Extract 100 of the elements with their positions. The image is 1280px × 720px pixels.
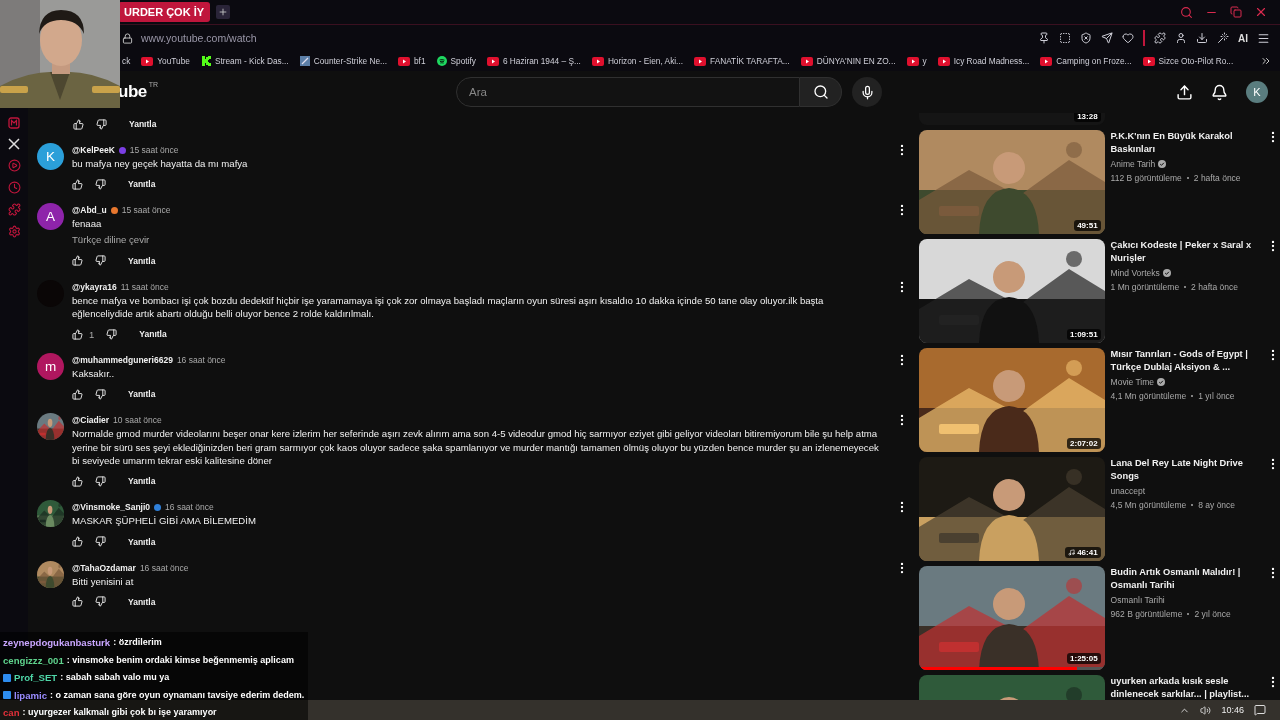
heart-icon[interactable] xyxy=(1122,32,1134,44)
comment-time[interactable]: 15 saat önce xyxy=(121,205,171,216)
video-title[interactable]: uyurken arkada kısık sesle dinlenecek sarkılar... | playlist... xyxy=(1110,675,1260,700)
channel-name[interactable]: Mind Vorteks xyxy=(1110,267,1160,279)
settings-icon[interactable] xyxy=(7,225,21,238)
bookmark[interactable]: Sizce Oto-Pilot Ro... xyxy=(1142,56,1234,66)
avatar[interactable]: m xyxy=(37,353,64,381)
dislike-icon[interactable] xyxy=(96,118,107,130)
bookmark[interactable]: bf1 xyxy=(398,56,426,66)
avatar[interactable]: A xyxy=(37,203,64,231)
browser-tab[interactable]: URDER ÇOK İY xyxy=(118,2,211,22)
send-icon[interactable] xyxy=(1101,32,1113,44)
address-bar[interactable]: www.youtube.com/watch xyxy=(141,32,257,44)
channel-name[interactable]: Osmanlı Tarihi xyxy=(1110,594,1165,606)
restore-icon[interactable] xyxy=(1230,6,1242,18)
like-icon[interactable] xyxy=(72,596,83,608)
upload-button[interactable] xyxy=(1176,83,1193,101)
video-title[interactable]: Budin Artık Osmanlı Malıdır! | Osmanlı Tarihi xyxy=(1110,566,1260,592)
menu-icon[interactable] xyxy=(1257,31,1270,45)
more-bookmarks-icon[interactable] xyxy=(1260,55,1272,67)
comment-author[interactable]: @muhammedguneri6629 xyxy=(72,355,173,366)
snapshot-icon[interactable] xyxy=(1059,32,1071,44)
comment-author[interactable]: @KelPeeK xyxy=(72,145,115,155)
bookmark[interactable]: Stream - Kick Das... xyxy=(200,56,289,66)
dislike-icon[interactable] xyxy=(95,255,106,267)
bookmark[interactable]: YouTube xyxy=(141,56,190,66)
shield-icon[interactable] xyxy=(1080,32,1092,44)
comment-author[interactable]: @Abd_u xyxy=(72,205,107,216)
wand-icon[interactable] xyxy=(1217,32,1229,44)
video-thumbnail[interactable]: 13:28 xyxy=(918,113,1105,125)
dislike-icon[interactable] xyxy=(95,536,106,548)
video-title[interactable]: P.K.K'nın En Büyük Karakol Baskınları xyxy=(1110,130,1260,156)
like-icon[interactable] xyxy=(72,536,83,548)
dislike-icon[interactable] xyxy=(95,178,106,190)
bookmark[interactable]: ck xyxy=(122,56,131,66)
like-icon[interactable] xyxy=(72,178,83,190)
like-icon[interactable] xyxy=(72,389,83,400)
dislike-icon[interactable] xyxy=(95,389,106,400)
channel-name[interactable]: unaccept xyxy=(1110,485,1146,497)
reply-button[interactable]: Yanıtla xyxy=(118,596,156,607)
video-title[interactable]: Lana Del Rey Late Night Drive Songs xyxy=(1110,457,1260,483)
notifications-button[interactable] xyxy=(1211,83,1228,101)
bookmark[interactable]: Horizon - Eien, Aki... xyxy=(591,56,684,66)
comment-time[interactable]: 10 saat önce xyxy=(113,415,162,426)
history-icon[interactable] xyxy=(7,181,21,194)
comment-time[interactable]: 11 saat önce xyxy=(120,281,169,292)
bookmark[interactable]: Camping on Froze... xyxy=(1040,56,1132,66)
ai-button[interactable]: AI xyxy=(1238,32,1248,44)
profile-icon[interactable] xyxy=(1175,32,1187,44)
pin-icon[interactable] xyxy=(1038,32,1050,44)
comment-author[interactable]: @Ciadier xyxy=(72,415,110,426)
player-icon[interactable] xyxy=(7,159,21,172)
comment-time[interactable]: 16 saat önce xyxy=(176,355,226,366)
comment-author[interactable]: @Vinsmoke_Sanji0 xyxy=(72,502,151,513)
bookmark[interactable]: Spotify xyxy=(436,56,476,66)
bookmark[interactable]: 6 Haziran 1944 – Ş... xyxy=(486,56,581,66)
comment-time[interactable]: 15 saat önce xyxy=(129,145,179,155)
comment-time[interactable]: 16 saat önce xyxy=(139,562,189,573)
reply-button[interactable]: Yanıtla xyxy=(118,536,156,547)
play-icon xyxy=(1142,56,1155,66)
comment-time[interactable]: 16 saat önce xyxy=(165,502,214,513)
volume-icon[interactable] xyxy=(1200,704,1212,716)
channel-name[interactable]: Movie Time xyxy=(1110,376,1155,388)
chat-message: : vinsmoke benim ordaki kimse beğenmemiş aplicam xyxy=(66,653,294,667)
channel-name[interactable]: Anime Tarih xyxy=(1110,158,1156,170)
reply-button[interactable]: Yanıtla xyxy=(118,255,156,266)
video-title[interactable]: Çakıcı Kodeste | Peker x Saral x Nurişler xyxy=(1110,239,1260,265)
bookmark[interactable]: Counter-Strike Ne... xyxy=(299,56,387,66)
reply-button[interactable]: Yanıtla xyxy=(118,389,156,400)
reply-button[interactable]: Yanıtla xyxy=(119,119,157,129)
bookmark[interactable]: Icy Road Madness... xyxy=(937,56,1030,66)
reply-button[interactable]: Yanıtla xyxy=(118,179,156,190)
dislike-icon[interactable] xyxy=(95,596,106,608)
like-icon[interactable] xyxy=(72,255,83,267)
like-icon[interactable] xyxy=(72,475,83,487)
comment-author[interactable]: @TahaOzdamar xyxy=(72,562,136,573)
like-icon[interactable] xyxy=(72,328,83,340)
video-title[interactable]: Mısır Tanrıları - Gods of Egypt | Türkçe Dublaj Aksiyon & ... xyxy=(1110,348,1260,374)
mic-button[interactable] xyxy=(852,77,883,107)
search-field[interactable]: Ara xyxy=(456,77,801,107)
search-icon[interactable] xyxy=(1180,5,1193,19)
clock[interactable]: 10:46 xyxy=(1221,705,1244,715)
search-button[interactable] xyxy=(800,77,843,107)
download-icon[interactable] xyxy=(1196,32,1208,44)
x-icon[interactable] xyxy=(8,138,20,150)
notifications-icon[interactable] xyxy=(1254,704,1266,716)
bookmark[interactable]: FANATİK TARAFTA... xyxy=(694,56,790,66)
like-icon[interactable] xyxy=(73,118,84,130)
bookmark[interactable]: DÜNYA'NIN EN ZO... xyxy=(800,56,896,66)
reply-button[interactable]: Yanıtla xyxy=(129,329,167,340)
account-avatar[interactable]: K xyxy=(1246,81,1268,103)
comment-author[interactable]: @ykayra16 xyxy=(72,281,117,292)
close-icon[interactable] xyxy=(1254,5,1268,19)
translate-link[interactable]: Türkçe diline çevir xyxy=(72,232,887,247)
new-tab-button[interactable] xyxy=(216,5,231,19)
bookmark[interactable]: y xyxy=(906,56,927,66)
messenger-icon[interactable] xyxy=(8,117,20,129)
dislike-icon[interactable] xyxy=(106,328,118,340)
reply-button[interactable]: Yanıtla xyxy=(118,476,156,487)
dislike-icon[interactable] xyxy=(95,475,106,487)
